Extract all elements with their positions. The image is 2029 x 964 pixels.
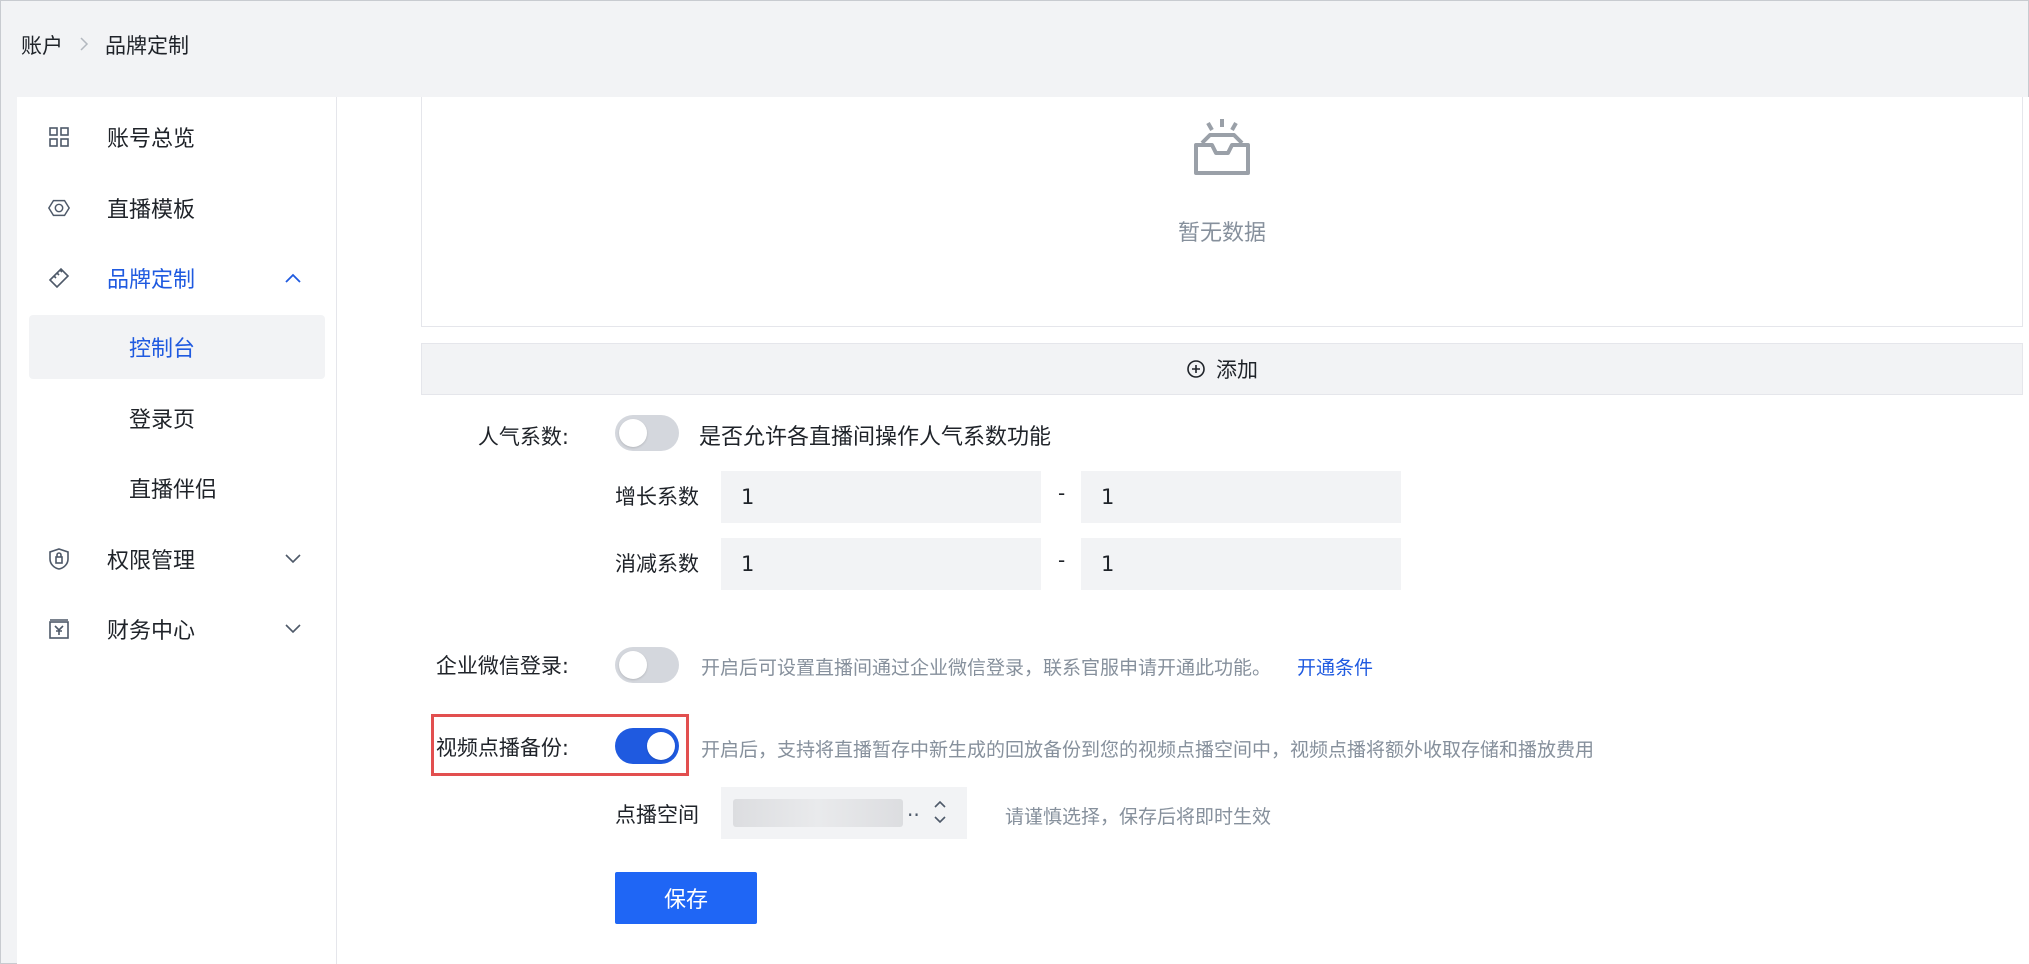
redacted-value <box>733 799 903 827</box>
toggle-knob <box>647 732 675 760</box>
sidebar-item-label: 财务中心 <box>107 619 196 644</box>
wecom-login-toggle[interactable] <box>615 647 679 683</box>
breadcrumb: 账户 品牌定制 <box>21 23 189 67</box>
growth-label: 增长系数 <box>615 485 699 509</box>
add-button-label: 添加 <box>1216 358 1258 382</box>
sidebar-subitem-label: 控制台 <box>129 337 196 362</box>
vod-backup-description: 开启后，支持将直播暂存中新生成的回放备份到您的视频点播空间中，视频点播将额外收取… <box>701 739 1595 761</box>
breadcrumb-current: 品牌定制 <box>105 34 189 58</box>
sidebar-item-label: 直播模板 <box>107 198 196 223</box>
select-arrows-icon <box>931 795 949 829</box>
growth-max-input[interactable] <box>1081 471 1401 523</box>
toggle-knob <box>619 651 647 679</box>
activation-conditions-link[interactable]: 开通条件 <box>1297 653 1373 680</box>
growth-min-input[interactable] <box>721 471 1041 523</box>
wecom-login-description: 开启后可设置直播间通过企业微信登录，联系官服申请开通此功能。 <box>701 657 1272 679</box>
sidebar-item-live-template[interactable]: 直播模板 <box>17 176 337 240</box>
toggle-knob <box>619 419 647 447</box>
empty-table: 暂无数据 <box>421 97 2023 327</box>
grid-icon <box>47 125 71 149</box>
chevron-up-icon[interactable] <box>283 268 303 288</box>
vod-backup-toggle[interactable] <box>615 728 679 764</box>
truncated-ellipsis: .. <box>907 797 920 821</box>
sidebar-item-permissions[interactable]: 权限管理 <box>17 527 337 591</box>
sidebar-subitem-login-page[interactable]: 登录页 <box>29 386 325 450</box>
vod-space-label: 点播空间 <box>615 803 699 827</box>
vod-space-hint: 请谨慎选择，保存后将即时生效 <box>1005 806 1272 828</box>
popularity-label: 人气系数: <box>477 425 569 449</box>
sidebar-item-label: 权限管理 <box>107 549 196 574</box>
plus-circle-icon <box>1186 359 1206 379</box>
sidebar-item-brand-custom[interactable]: 品牌定制 <box>17 246 337 310</box>
finance-icon <box>47 617 71 641</box>
sidebar-item-label: 账号总览 <box>107 127 196 152</box>
breadcrumb-root[interactable]: 账户 <box>21 30 63 60</box>
shield-icon <box>47 547 71 571</box>
sidebar-subitem-label: 登录页 <box>129 408 196 433</box>
content-card: 账号总览 直播模板 品牌定制 控制台 登录页 直播伴侣 权限管理 财务中心 暂无… <box>17 97 2029 964</box>
sidebar-item-account-overview[interactable]: 账号总览 <box>17 105 337 169</box>
save-button[interactable]: 保存 <box>615 872 757 924</box>
decay-max-input[interactable] <box>1081 538 1401 590</box>
empty-inbox-icon <box>1186 115 1258 187</box>
template-icon <box>47 196 71 220</box>
breadcrumb-separator-icon <box>79 33 89 57</box>
wecom-login-label: 企业微信登录: <box>435 654 569 678</box>
sidebar-item-finance[interactable]: 财务中心 <box>17 597 337 661</box>
sidebar-item-label: 品牌定制 <box>107 268 196 293</box>
ruler-icon <box>47 266 71 290</box>
sidebar-subitem-label: 直播伴侣 <box>129 478 218 503</box>
sidebar-subitem-console[interactable]: 控制台 <box>29 315 325 379</box>
vod-space-select[interactable]: .. <box>721 787 967 839</box>
vod-backup-label: 视频点播备份: <box>435 736 569 760</box>
sidebar-subitem-live-companion[interactable]: 直播伴侣 <box>29 456 325 520</box>
chevron-down-icon[interactable] <box>283 549 303 569</box>
growth-dash: - <box>1058 481 1066 505</box>
main-content: 暂无数据 添加 人气系数: 是否允许各直播间操作人气系数功能 增长系数 - 消减 <box>337 97 2029 964</box>
decay-min-input[interactable] <box>721 538 1041 590</box>
window-frame: 账户 品牌定制 账号总览 直播模板 品牌定制 控制台 登录页 直播伴侣 权限管理… <box>0 0 2029 964</box>
popularity-description: 是否允许各直播间操作人气系数功能 <box>699 425 1052 450</box>
empty-text: 暂无数据 <box>1177 221 1266 246</box>
decay-dash: - <box>1058 548 1066 572</box>
sidebar: 账号总览 直播模板 品牌定制 控制台 登录页 直播伴侣 权限管理 财务中心 <box>17 97 337 964</box>
chevron-down-icon[interactable] <box>283 619 303 639</box>
popularity-toggle[interactable] <box>615 415 679 451</box>
decay-label: 消减系数 <box>615 552 699 576</box>
add-button[interactable]: 添加 <box>421 343 2023 395</box>
